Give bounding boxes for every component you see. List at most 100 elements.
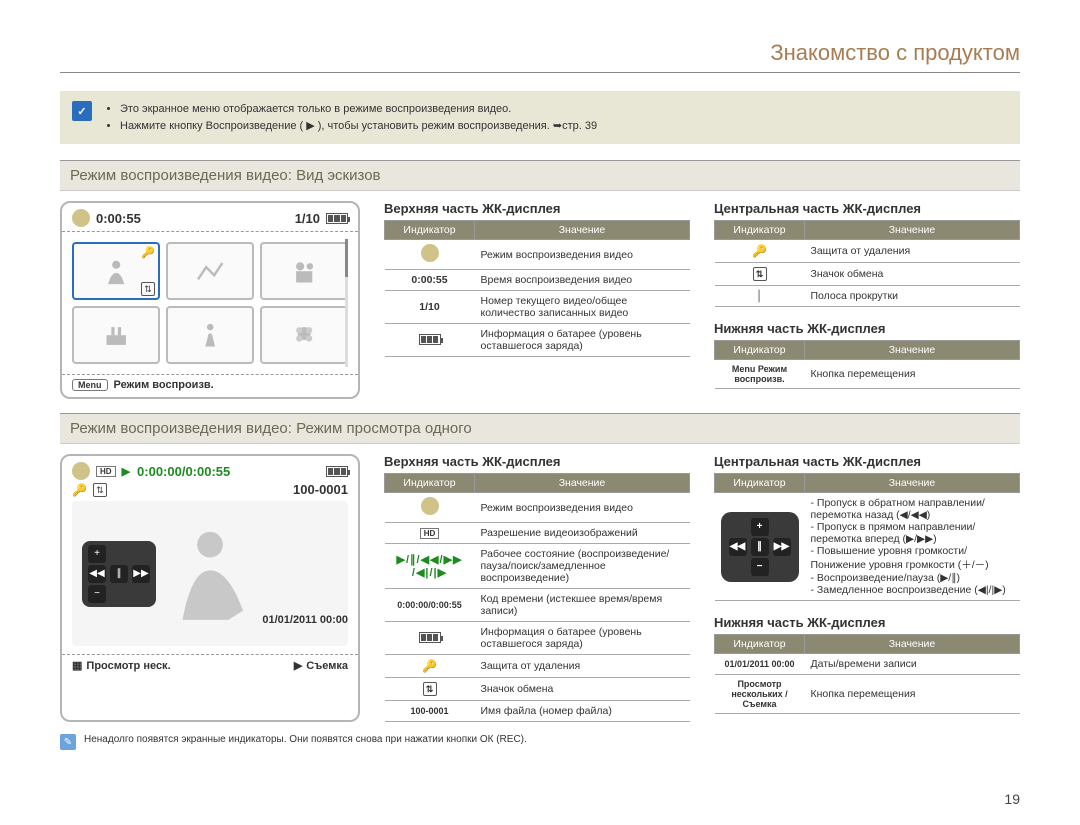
volume-up-button[interactable]: + xyxy=(88,545,106,563)
cell: 0:00:55 xyxy=(385,270,475,291)
th: Значение xyxy=(805,474,1020,493)
pencil-icon: ✎ xyxy=(60,734,76,750)
thumb-5[interactable] xyxy=(166,306,254,364)
share-icon: ⇅ xyxy=(753,267,767,281)
playback-mode-icon xyxy=(72,209,90,227)
share-icon: ⇅ xyxy=(423,682,437,696)
th: Индикатор xyxy=(715,474,805,493)
share-icon: ⇅ xyxy=(93,483,107,497)
battery-icon xyxy=(326,466,348,477)
s2-bottom-table: ИндикаторЗначение 01/01/2011 00:00Даты/в… xyxy=(714,634,1020,714)
page-title: Знакомство с продуктом xyxy=(60,40,1020,73)
s2-top-table: ИндикаторЗначение Режим воспроизведения … xyxy=(384,473,690,722)
battery-icon xyxy=(419,632,441,643)
lock-icon: 🔑 xyxy=(141,246,155,259)
cell: Кнопка перемещения xyxy=(805,675,1020,714)
pause-button[interactable]: ∥ xyxy=(110,565,128,583)
cell: Защита от удаления xyxy=(475,655,690,678)
shoot-label: Съемка xyxy=(306,660,348,672)
th: Индикатор xyxy=(715,221,805,240)
forward-button[interactable]: ▶▶ xyxy=(132,565,150,583)
page-number: 19 xyxy=(1004,791,1020,807)
cell: Значок обмена xyxy=(805,263,1020,286)
cell: Номер текущего видео/общее количество за… xyxy=(475,291,690,324)
osd-icon-cell: + ◀◀ ∥ ▶▶ − xyxy=(715,493,805,601)
key-icon: 🔑 xyxy=(385,655,475,678)
th: Индикатор xyxy=(715,341,805,360)
hd-badge: HD xyxy=(96,466,116,477)
cell: Полоса прокрутки xyxy=(805,286,1020,307)
hd-icon: HD xyxy=(420,528,440,539)
th-val: Значение xyxy=(475,221,690,240)
thumb-4[interactable] xyxy=(72,306,160,364)
osd-control-panel[interactable]: + ◀◀ ∥ ▶▶ − xyxy=(82,541,156,607)
section1-heading: Режим воспроизведения видео: Вид эскизов xyxy=(60,160,1020,191)
cell: Menu Режим воспроизв. xyxy=(715,360,805,389)
s1-top-title: Верхняя часть ЖК-дисплея xyxy=(384,201,690,216)
section2-heading: Режим воспроизведения видео: Режим просм… xyxy=(60,413,1020,444)
record-datetime: 01/01/2011 00:00 xyxy=(262,614,348,626)
th: Значение xyxy=(805,341,1020,360)
cell: Разрешение видеоизображений xyxy=(475,523,690,544)
plus-icon: + xyxy=(751,518,769,536)
cell: - Пропуск в обратном направлении/перемот… xyxy=(805,493,1020,601)
notice-box: ✓ Это экранное меню отображается только … xyxy=(60,91,1020,144)
cell: Даты/времени записи xyxy=(805,654,1020,675)
th: Значение xyxy=(805,635,1020,654)
menu-badge: Menu xyxy=(72,379,108,391)
thumb-1[interactable]: 🔑 ⇅ xyxy=(72,242,160,300)
timecode: 0:00:00/0:00:55 xyxy=(137,464,230,479)
scroll-icon: │ xyxy=(715,286,805,307)
s2-bottom-title: Нижняя часть ЖК-дисплея xyxy=(714,615,1020,630)
cell: Информация о батарее (уровень оставшегос… xyxy=(475,324,690,357)
footnote-text: Ненадолго появятся экранные индикаторы. … xyxy=(84,734,527,745)
footnote: ✎ Ненадолго появятся экранные индикаторы… xyxy=(60,734,1020,750)
s1-bottom-table: ИндикаторЗначение Menu Режим воспроизв.К… xyxy=(714,340,1020,389)
lcd-bottom-label: Режим воспроизв. xyxy=(114,379,214,391)
pause-icon: ∥ xyxy=(751,538,769,556)
thumb-3[interactable] xyxy=(260,242,348,300)
state-icons: ▶/∥/◀◀/▶▶/◀|/|▶ xyxy=(385,544,475,589)
th: Значение xyxy=(805,221,1020,240)
minus-icon: − xyxy=(751,558,769,576)
th: Индикатор xyxy=(385,474,475,493)
thumb-6[interactable] xyxy=(260,306,348,364)
key-icon: 🔑 xyxy=(72,483,87,497)
file-number: 100-0001 xyxy=(293,482,348,497)
rewind-button[interactable]: ◀◀ xyxy=(88,565,106,583)
s1-bottom-title: Нижняя часть ЖК-дисплея xyxy=(714,321,1020,336)
view-multi-label: Просмотр неск. xyxy=(86,660,170,672)
notice-text: Это экранное меню отображается только в … xyxy=(104,101,597,134)
key-icon: 🔑 xyxy=(715,240,805,263)
cell: 01/01/2011 00:00 xyxy=(715,654,805,675)
cell: Режим воспроизведения видео xyxy=(475,240,690,270)
cell: Значок обмена xyxy=(475,678,690,701)
forward-icon: ▶▶ xyxy=(773,538,791,556)
rewind-icon: ◀◀ xyxy=(729,538,747,556)
battery-icon xyxy=(326,213,348,224)
cell: Информация о батарее (уровень оставшегос… xyxy=(475,622,690,655)
cell: Код времени (истекшее время/время записи… xyxy=(475,589,690,622)
scrollbar[interactable] xyxy=(345,239,348,367)
th-ind: Индикатор xyxy=(385,221,475,240)
s1-center-title: Центральная часть ЖК-дисплея xyxy=(714,201,1020,216)
battery-icon xyxy=(419,334,441,345)
thumb-2[interactable] xyxy=(166,242,254,300)
s1-center-table: ИндикаторЗначение 🔑Защита от удаления ⇅З… xyxy=(714,220,1020,307)
lcd-time: 0:00:55 xyxy=(96,211,141,226)
cell: Режим воспроизведения видео xyxy=(475,493,690,523)
th: Значение xyxy=(475,474,690,493)
notice-line-1: Это экранное меню отображается только в … xyxy=(120,101,597,118)
s2-center-table: ИндикаторЗначение + ◀◀ ∥ ▶▶ − - Пропуск … xyxy=(714,473,1020,601)
play-icon: ▶ xyxy=(122,465,131,478)
check-icon: ✓ xyxy=(72,101,92,121)
volume-down-button[interactable]: − xyxy=(88,585,106,603)
s2-top-title: Верхняя часть ЖК-дисплея xyxy=(384,454,690,469)
s2-center-title: Центральная часть ЖК-дисплея xyxy=(714,454,1020,469)
cell: Имя файла (номер файла) xyxy=(475,701,690,722)
cell: Рабочее состояние (воспроизведение/пауза… xyxy=(475,544,690,589)
cell: Кнопка перемещения xyxy=(805,360,1020,389)
notice-line-2: Нажмите кнопку Воспроизведение ( ▶ ), чт… xyxy=(120,118,597,135)
lcd-single-view: HD ▶ 0:00:00/0:00:55 🔑 ⇅ 100-0001 + ◀◀ ∥… xyxy=(60,454,360,722)
cell: Просмотр нескольких / Съемка xyxy=(715,675,805,714)
